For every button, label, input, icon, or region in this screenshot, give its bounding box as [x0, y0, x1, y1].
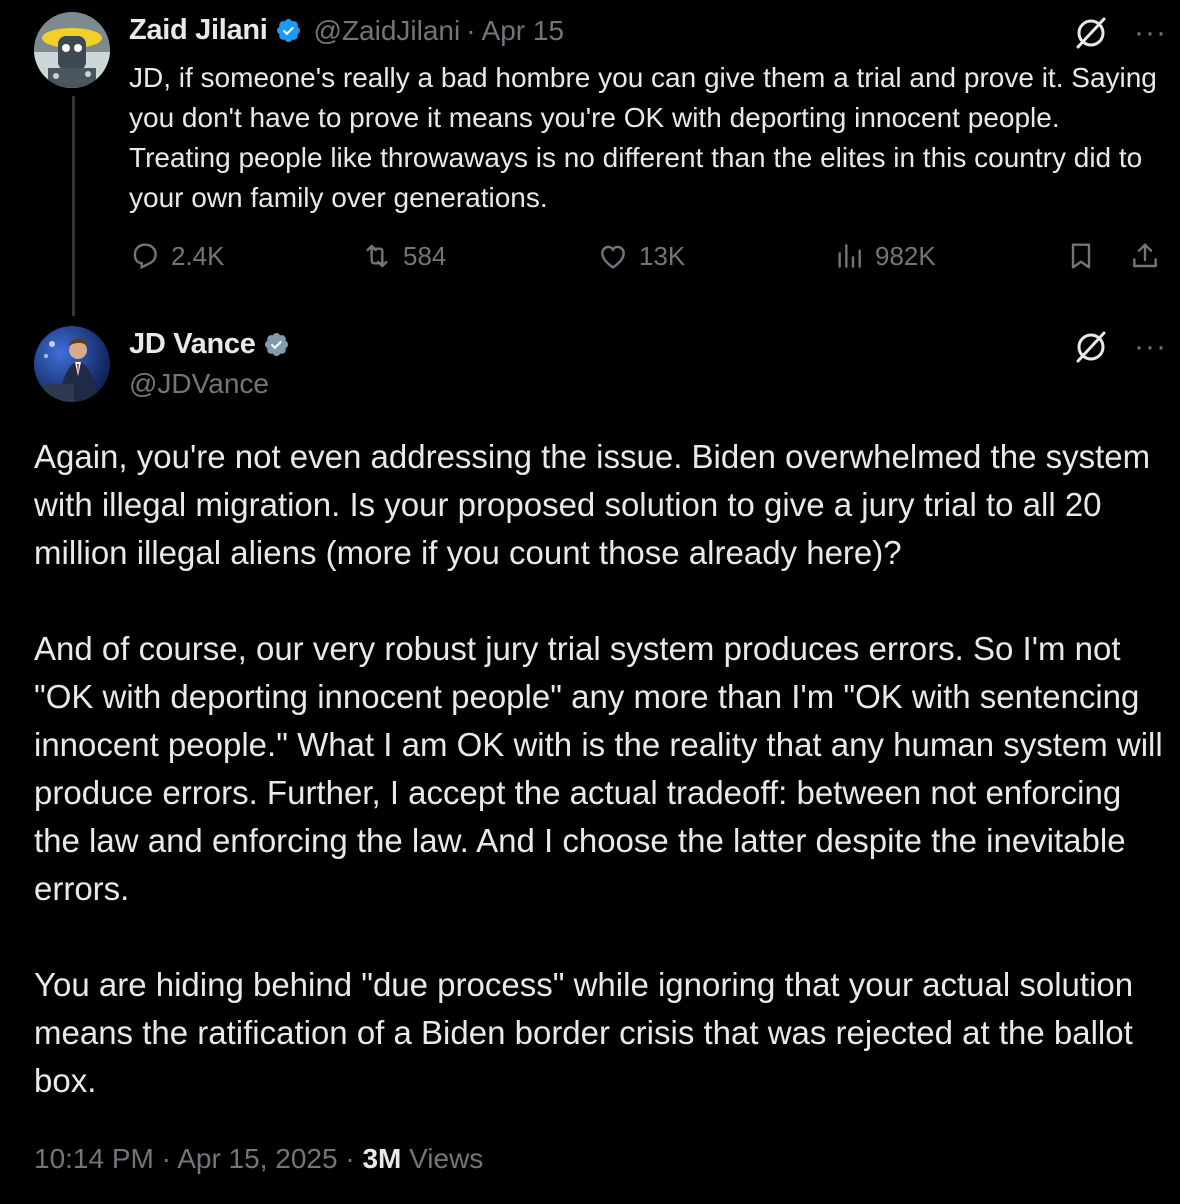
more-options-icon[interactable]: ··· [1134, 332, 1167, 362]
thread-connector-line [72, 96, 75, 316]
reply-author-handle[interactable]: @ZaidJilani [314, 15, 461, 47]
more-options-icon[interactable]: ··· [1134, 18, 1167, 48]
like-icon [601, 245, 625, 269]
verified-badge-icon [264, 332, 288, 357]
repost-action[interactable]: 584 [361, 240, 446, 272]
separator-dot: · [345, 1143, 363, 1174]
main-tweet-paragraph: Again, you're not even addressing the is… [34, 438, 1151, 571]
reply-top-icons: ··· [1074, 16, 1167, 50]
tweet-views-count: 3M [362, 1143, 402, 1174]
tweet-views-label: Views [409, 1143, 484, 1174]
main-tweet-paragraph: And of course, our very robust jury tria… [34, 630, 1163, 907]
share-icon [1133, 243, 1157, 268]
grok-icon[interactable] [1074, 16, 1108, 50]
bookmark-icon [1071, 243, 1091, 269]
verified-badge-icon [276, 18, 300, 43]
main-tweet-text: Again, you're not even addressing the is… [34, 433, 1164, 1153]
reply-icon [133, 243, 157, 270]
main-tweet-paragraph: You are hiding behind "due process" whil… [34, 966, 1134, 1099]
repost-icon [366, 244, 388, 268]
reply-author-name[interactable]: Zaid Jilani [129, 14, 268, 47]
main-author-name-row: JD Vance [129, 328, 290, 361]
reply-tweet-text: JD, if someone's really a bad hombre you… [129, 62, 1157, 213]
bookmark-action[interactable] [1065, 240, 1097, 272]
tweet-meta-footer: 10:14 PM · Apr 15, 2025 · 3M Views [34, 1143, 483, 1175]
views-icon [838, 244, 861, 268]
reply-date[interactable]: Apr 15 [482, 15, 565, 47]
views-action[interactable]: 982K [833, 240, 936, 272]
tweet-time[interactable]: 10:14 PM [34, 1143, 154, 1174]
main-author-handle-row: @JDVance [129, 368, 269, 400]
main-top-icons: ··· [1074, 330, 1167, 364]
share-action[interactable] [1129, 240, 1161, 272]
main-author-name[interactable]: JD Vance [129, 328, 256, 361]
reply-count: 2.4K [171, 240, 225, 271]
jd-vance-avatar[interactable] [34, 326, 110, 402]
reply-author-row: Zaid Jilani @ZaidJilani · Apr 15 [129, 14, 564, 47]
separator-dot: · [161, 1143, 178, 1174]
reply-action[interactable]: 2.4K [129, 240, 225, 272]
views-count: 982K [875, 240, 936, 271]
zaid-jilani-avatar[interactable] [34, 12, 110, 88]
like-count: 13K [639, 240, 686, 271]
tweet-date[interactable]: Apr 15, 2025 [177, 1143, 337, 1174]
separator-dot: · [466, 14, 476, 46]
main-author-handle[interactable]: @JDVance [129, 368, 269, 400]
grok-icon[interactable] [1074, 330, 1108, 364]
reply-action-bar: 2.4K 584 13K 982K [129, 240, 1165, 284]
like-action[interactable]: 13K [597, 240, 685, 272]
repost-count: 584 [403, 240, 447, 271]
